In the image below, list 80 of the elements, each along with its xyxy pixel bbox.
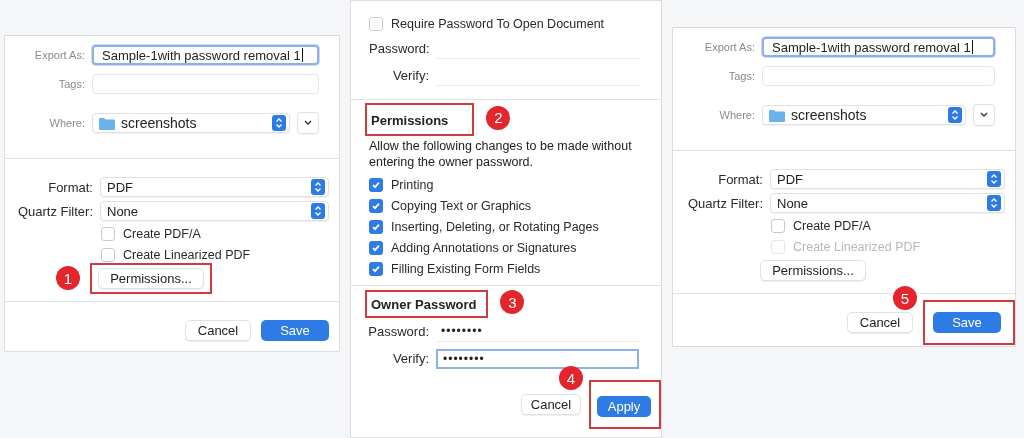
checkmark-icon <box>371 200 381 211</box>
section-heading: Owner Password <box>371 297 477 312</box>
option-label: Create PDF/A <box>123 226 201 241</box>
checkbox[interactable] <box>101 247 115 262</box>
export-as-field[interactable]: Sample-1with password removal 1 <box>92 45 319 65</box>
field-label: Verify: <box>391 68 429 83</box>
option-label: Create PDF/A <box>793 218 871 233</box>
permission-label: Filling Existing Form Fields <box>391 261 541 276</box>
permission-label: Inserting, Deleting, or Rotating Pages <box>391 219 599 234</box>
checkbox[interactable] <box>369 240 383 255</box>
permissions-button[interactable]: Permissions... <box>760 259 866 281</box>
stepper-icon <box>987 195 1001 211</box>
format-label: Format: <box>47 179 93 195</box>
expand-button[interactable] <box>297 112 319 134</box>
checkmark-icon <box>371 179 381 190</box>
tags-field[interactable] <box>92 74 319 94</box>
cancel-button[interactable]: Cancel <box>847 312 913 333</box>
step-badge: 5 <box>893 286 917 310</box>
section-heading: Permissions <box>371 113 449 128</box>
quartz-filter-label: Quartz Filter: <box>16 203 93 219</box>
permission-label: Copying Text or Graphics <box>391 198 532 213</box>
stepper-icon <box>948 107 962 123</box>
where-label: Where: <box>48 117 85 129</box>
option-label: Create Linearized PDF <box>793 239 921 254</box>
stepper-icon <box>311 179 325 195</box>
quartz-filter-label: Quartz Filter: <box>686 195 763 211</box>
where-label: Where: <box>718 109 755 121</box>
checkmark-icon <box>371 263 381 274</box>
step-badge: 2 <box>486 105 511 130</box>
export-as-label: Export As: <box>703 41 755 53</box>
field-label: Password: <box>367 324 429 339</box>
quartz-filter-popup[interactable]: None <box>770 193 1005 213</box>
step-badge: 4 <box>559 366 583 390</box>
checkbox[interactable] <box>101 226 115 241</box>
field-label: Verify: <box>391 351 429 366</box>
where-popup[interactable]: screenshots <box>762 105 966 125</box>
quartz-filter-popup[interactable]: None <box>100 201 329 221</box>
option-label: Create Linearized PDF <box>123 247 251 262</box>
expand-button[interactable] <box>973 104 995 126</box>
checkbox[interactable] <box>369 219 383 234</box>
folder-icon <box>769 108 785 122</box>
checkmark-icon <box>371 221 381 232</box>
stepper-icon <box>987 171 1001 187</box>
save-button[interactable]: Save <box>261 320 329 341</box>
export-as-label: Export As: <box>33 49 85 61</box>
tags-label: Tags: <box>727 70 755 82</box>
format-popup[interactable]: PDF <box>100 177 329 197</box>
save-button[interactable]: Save <box>933 312 1001 333</box>
password-field[interactable]: •••••••• <box>436 348 639 369</box>
step-badge: 3 <box>500 290 525 314</box>
tags-field[interactable] <box>762 66 995 86</box>
checkbox[interactable] <box>369 17 383 31</box>
permission-label: Adding Annotations or Signatures <box>391 240 577 255</box>
checkbox[interactable] <box>771 218 785 233</box>
where-popup[interactable]: screenshots <box>92 113 290 133</box>
chevron-down-icon <box>304 120 312 126</box>
text-cursor <box>971 40 973 54</box>
stepper-icon <box>311 203 325 219</box>
cancel-button[interactable]: Cancel <box>185 320 251 341</box>
permission-label: Printing <box>391 177 434 192</box>
checkbox[interactable] <box>369 177 383 192</box>
apply-button[interactable]: Apply <box>597 396 651 417</box>
field-label: Password: <box>369 41 429 56</box>
step-badge: 1 <box>56 266 80 290</box>
export-as-field[interactable]: Sample-1with password removal 1 <box>762 37 995 57</box>
checkmark-icon <box>371 242 381 253</box>
cancel-button[interactable]: Cancel <box>521 394 581 415</box>
checkbox[interactable] <box>369 198 383 213</box>
folder-icon <box>99 116 115 130</box>
stepper-icon <box>272 115 286 131</box>
checkbox[interactable] <box>369 261 383 276</box>
permissions-button[interactable]: Permissions... <box>98 267 204 289</box>
tags-label: Tags: <box>57 78 85 90</box>
format-label: Format: <box>717 171 763 187</box>
format-popup[interactable]: PDF <box>770 169 1005 189</box>
chevron-down-icon <box>980 112 988 118</box>
description-text: Allow the following changes to be made without entering the owner password. <box>369 138 633 170</box>
option-label: Require Password To Open Document <box>391 17 605 31</box>
password-field[interactable]: •••••••• <box>436 321 639 342</box>
text-cursor <box>301 48 303 62</box>
